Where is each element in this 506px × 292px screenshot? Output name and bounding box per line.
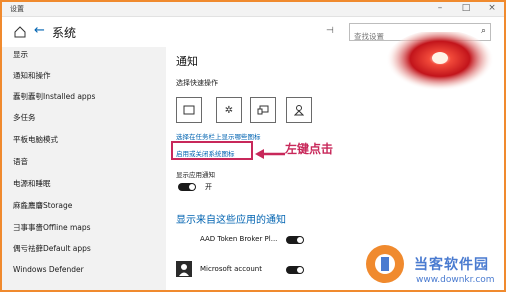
annotation-arrow bbox=[255, 149, 285, 159]
red-splash-decoration bbox=[386, 32, 494, 94]
close-icon[interactable]: × bbox=[486, 3, 498, 14]
app-notifications-label: 显示应用通知 bbox=[176, 171, 215, 179]
screenshot-frame: 设置 – □ × ← 系统 ⊣ ⌕ 显示 通知和操作 蠹刳蠹刳Installed… bbox=[0, 0, 506, 292]
sidebar-item-display[interactable]: 显示 bbox=[13, 49, 28, 60]
window-title: 设置 bbox=[10, 5, 24, 13]
connect-icon bbox=[257, 105, 269, 115]
app-notifications-toggle[interactable] bbox=[178, 183, 196, 191]
quick-action-settings[interactable]: ✲ bbox=[216, 97, 242, 123]
annotation-text: 左键点击 bbox=[285, 142, 334, 156]
maximize-icon[interactable]: □ bbox=[460, 3, 472, 14]
sidebar-item-tablet-mode[interactable]: 平板电脑模式 bbox=[13, 134, 58, 145]
taskbar-icons-link[interactable]: 选择在任务栏上显示哪些图标 bbox=[176, 131, 261, 141]
app-name-aad: AAD Token Broker Pl... bbox=[200, 235, 278, 243]
sidebar-item-multitasking[interactable]: 多任务 bbox=[13, 112, 36, 123]
window-titlebar: 设置 – □ × bbox=[2, 2, 504, 17]
app-toggle-aad[interactable] bbox=[286, 236, 304, 244]
sidebar-item-storage[interactable]: 麻麁麎麏Storage bbox=[13, 200, 72, 211]
quick-action-tablet[interactable] bbox=[176, 97, 202, 123]
app-notifications-heading: 显示来自这些应用的通知 bbox=[176, 215, 286, 226]
person-icon bbox=[179, 264, 189, 276]
aad-app-icon bbox=[176, 231, 192, 247]
sidebar-item-offline-maps[interactable]: 彐事事嗇Offline maps bbox=[13, 222, 91, 233]
sidebar-item-notifications[interactable]: 通知和操作 bbox=[13, 70, 51, 81]
back-arrow-icon[interactable]: ← bbox=[34, 23, 45, 38]
section-title: 通知 bbox=[176, 55, 198, 68]
app-name-microsoft-account: Microsoft account bbox=[200, 265, 262, 273]
sidebar-item-speech[interactable]: 语音 bbox=[13, 156, 28, 167]
sidebar-item-installed-apps[interactable]: 蠹刳蠹刳Installed apps bbox=[13, 91, 95, 102]
watermark-logo bbox=[366, 245, 404, 283]
watermark-url: www.downkr.com bbox=[416, 275, 495, 285]
sidebar: 显示 通知和操作 蠹刳蠹刳Installed apps 多任务 平板电脑模式 语… bbox=[2, 47, 166, 290]
location-icon bbox=[294, 105, 304, 116]
app-toggle-microsoft-account[interactable] bbox=[286, 266, 304, 274]
toggle-state-text: 开 bbox=[205, 183, 212, 191]
sidebar-item-power-sleep[interactable]: 电源和睡眠 bbox=[13, 178, 51, 189]
quick-actions-label: 选择快速操作 bbox=[176, 79, 218, 87]
microsoft-account-icon bbox=[176, 261, 192, 277]
settings-icon: ✲ bbox=[224, 104, 234, 116]
minimize-icon[interactable]: – bbox=[434, 3, 446, 14]
system-icons-link[interactable]: 启用或关闭系统图标 bbox=[176, 148, 235, 158]
pin-icon[interactable]: ⊣ bbox=[326, 26, 334, 36]
window-controls: – □ × bbox=[434, 3, 498, 14]
quick-action-connect[interactable] bbox=[250, 97, 276, 123]
sidebar-item-default-apps[interactable]: 偶亏祛藓Default apps bbox=[13, 243, 91, 254]
tablet-mode-icon bbox=[183, 105, 195, 115]
quick-action-location[interactable] bbox=[286, 97, 312, 123]
watermark-brand: 当客软件园 bbox=[414, 257, 489, 273]
sidebar-item-windows-defender[interactable]: Windows Defender bbox=[13, 265, 84, 274]
page-title: 系统 bbox=[52, 26, 77, 40]
home-icon[interactable] bbox=[13, 25, 27, 39]
